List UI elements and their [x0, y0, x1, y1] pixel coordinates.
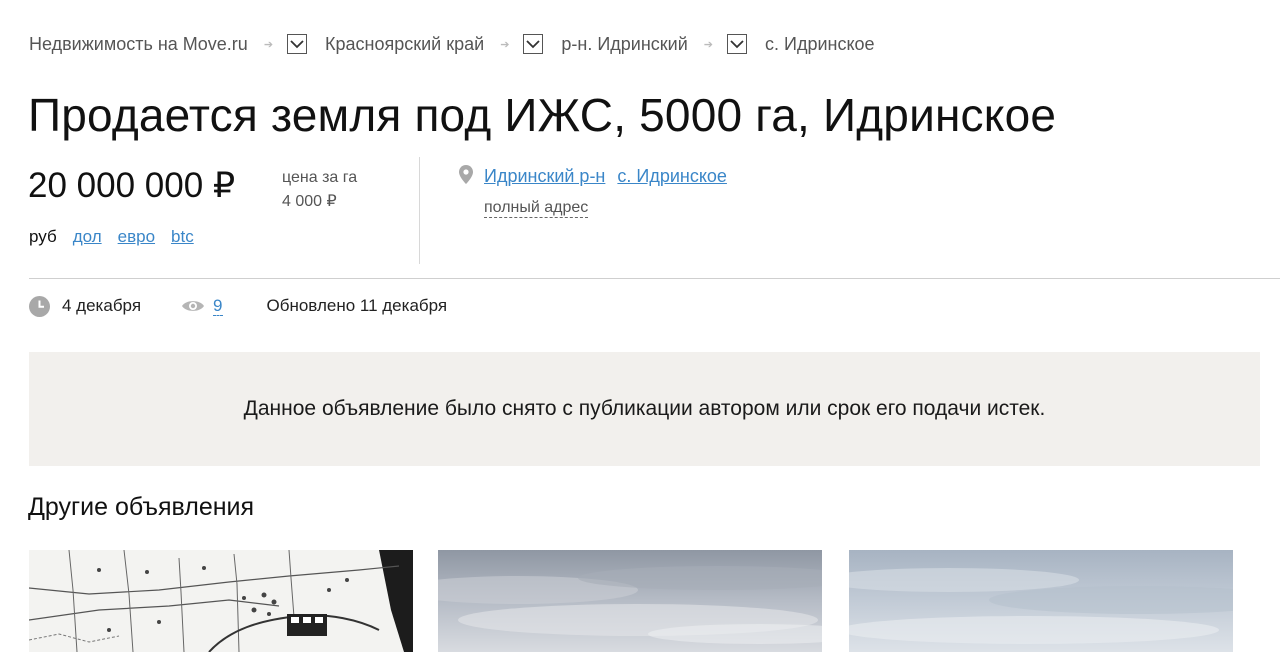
currency-btc-link[interactable]: btc [171, 227, 194, 247]
breadcrumb-region-link[interactable]: Красноярский край [325, 34, 484, 55]
full-address-toggle[interactable]: полный адрес [484, 198, 589, 218]
breadcrumb-district-link[interactable]: р-н. Идринский [561, 34, 687, 55]
publish-date: 4 декабря [62, 296, 142, 315]
district-link[interactable]: Идринский р-н [484, 166, 605, 187]
listing-removed-notice: Данное объявление было снято с публикаци… [29, 352, 1260, 466]
unit-price-value: 4 000 ₽ [282, 193, 337, 210]
breadcrumb-home-link[interactable]: Недвижимость на Move.ru [29, 34, 248, 55]
updated-date: Обновлено 11 декабря [266, 296, 448, 315]
arrow-right-icon: ➔ [703, 38, 714, 51]
breadcrumb-village-link[interactable]: с. Идринское [765, 34, 875, 55]
village-dropdown-toggle[interactable] [727, 34, 748, 54]
chevron-down-icon [526, 39, 541, 48]
notice-text: Данное объявление было снято с публикаци… [243, 397, 1046, 420]
breadcrumb: Недвижимость на Move.ru ➔ Красноярский к… [29, 33, 875, 55]
chevron-down-icon [290, 39, 304, 48]
location-links: Идринский р-н с. Идринское [484, 166, 727, 187]
location-pin-icon [459, 165, 473, 189]
district-dropdown-toggle[interactable] [523, 34, 544, 54]
page-title: Продается земля под ИЖС, 5000 га, Идринс… [28, 89, 1057, 141]
currency-rub: руб [29, 227, 57, 246]
listing-page: Недвижимость на Move.ru ➔ Красноярский к… [0, 0, 1280, 652]
clock-icon [29, 295, 50, 317]
currency-usd-link[interactable]: дол [73, 227, 102, 247]
cadastral-map-photo [29, 550, 413, 652]
arrow-right-icon: ➔ [263, 38, 274, 51]
currency-switcher: руб дол евро btc [29, 227, 194, 247]
other-listings-title: Другие объявления [28, 493, 255, 521]
currency-eur-link[interactable]: евро [118, 227, 155, 247]
region-dropdown-toggle[interactable] [287, 34, 308, 54]
price-value: 20 000 000 ₽ [28, 166, 236, 205]
cloudy-sky-photo [849, 550, 1233, 652]
chevron-down-icon [730, 39, 744, 48]
listing-card[interactable] [29, 550, 413, 652]
views-count[interactable]: 9 [213, 296, 223, 316]
unit-price: цена за га 4 000 ₽ [282, 166, 357, 214]
listing-card[interactable] [849, 550, 1233, 652]
cloudy-sky-photo [438, 550, 822, 652]
listing-card[interactable] [438, 550, 822, 652]
arrow-right-icon: ➔ [500, 38, 510, 51]
vertical-divider [419, 157, 420, 264]
horizontal-divider [29, 278, 1280, 279]
eye-icon [181, 299, 205, 313]
village-link[interactable]: с. Идринское [617, 166, 727, 187]
listing-meta: 4 декабря 9 Обновлено 11 декабря [29, 294, 447, 318]
unit-price-label: цена за га [282, 169, 358, 186]
